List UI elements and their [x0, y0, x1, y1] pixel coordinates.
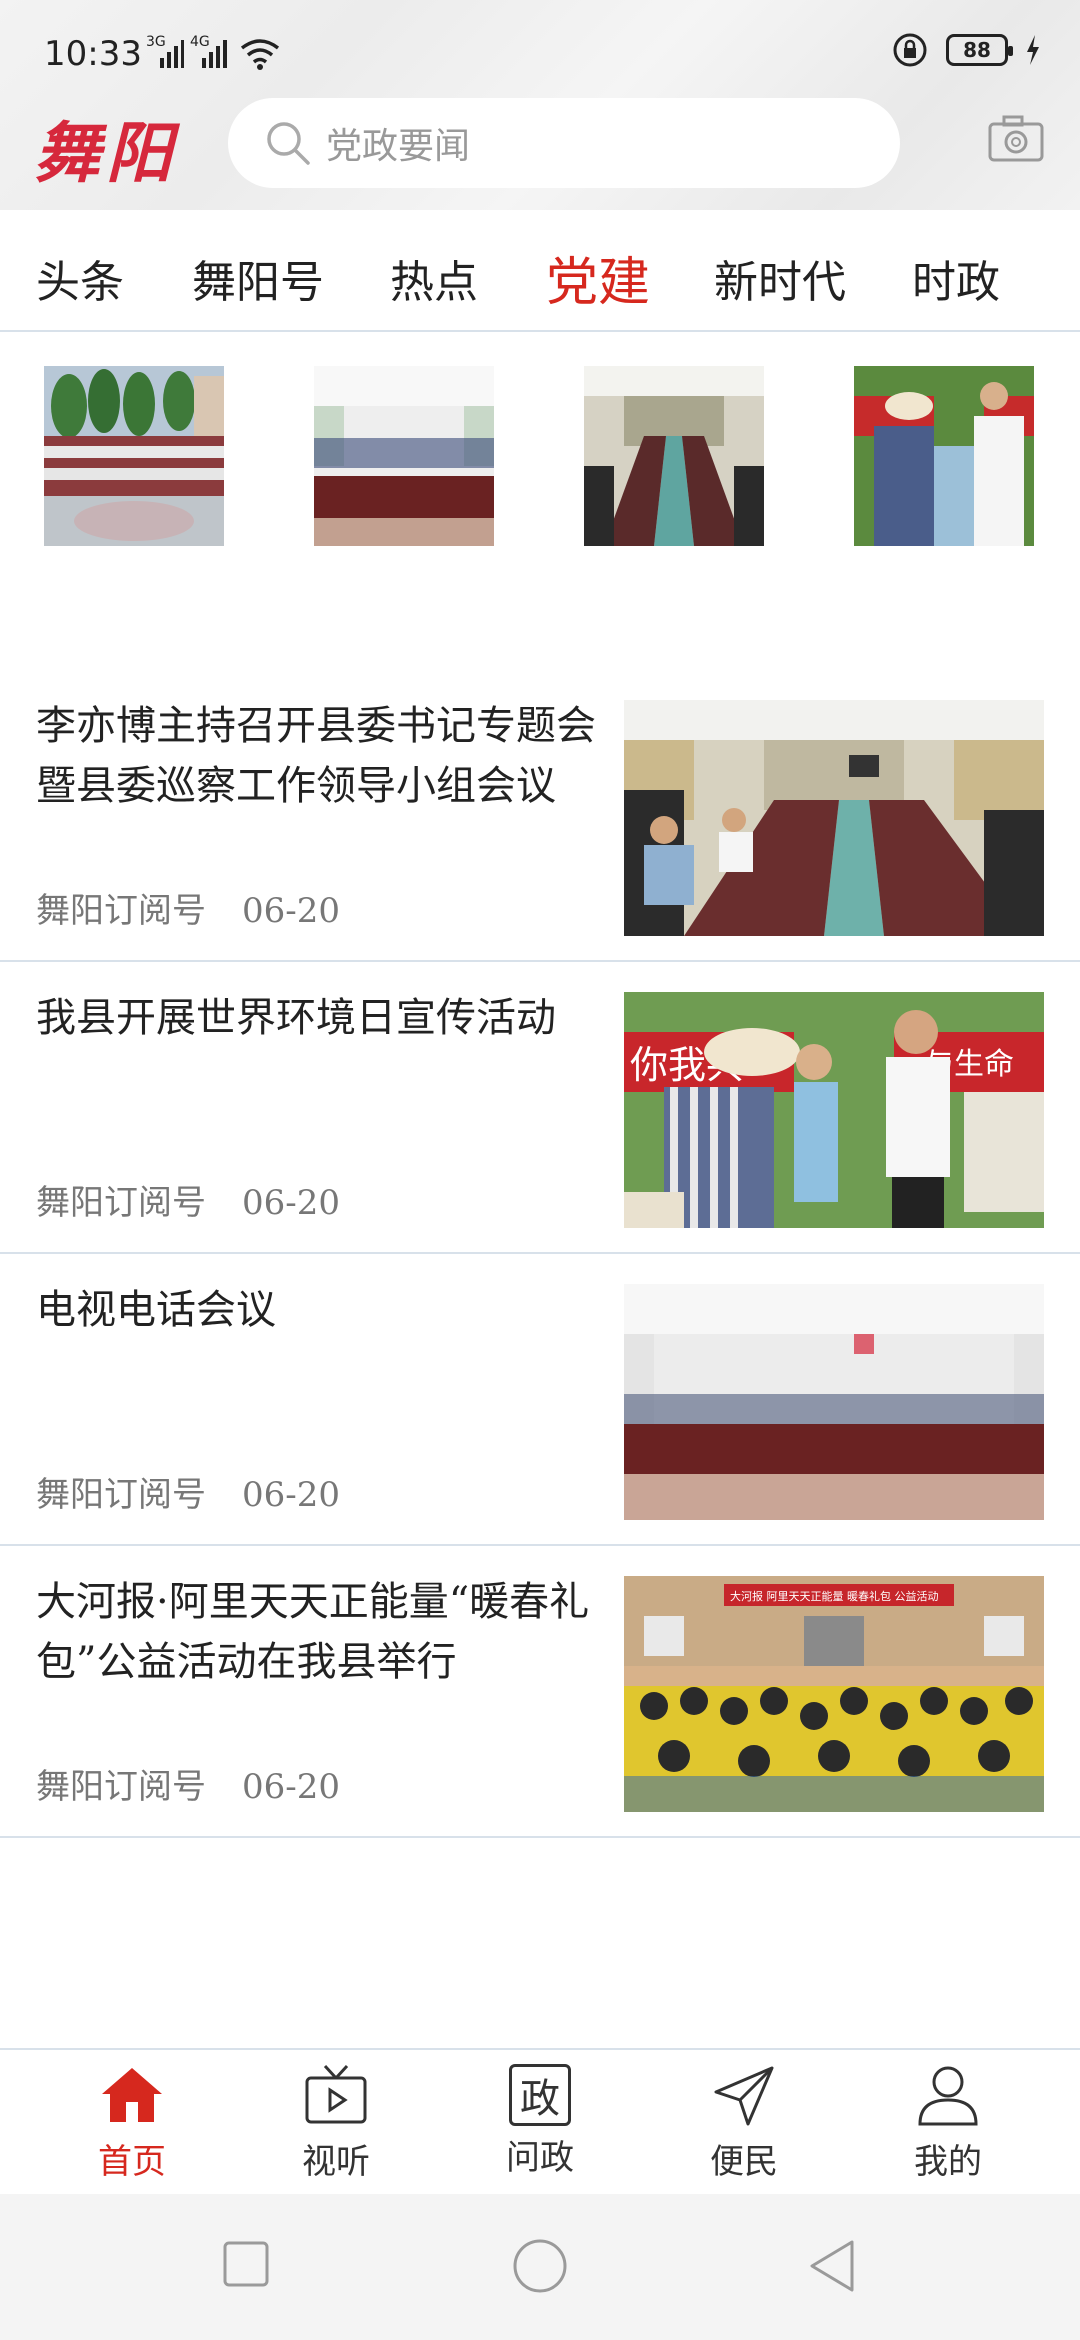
tab-hot[interactable]: 热点: [390, 246, 478, 310]
news-date: 06-20: [242, 891, 341, 931]
nav-profile-label: 我的: [914, 2142, 982, 2182]
school-banner-text: 大河报 阿里天天正能量 暖春礼包 公益活动: [730, 1589, 939, 1603]
nav-home-label: 首页: [98, 2142, 166, 2182]
status-time: 10:33: [44, 34, 142, 74]
tab-politics[interactable]: 时政: [912, 246, 1000, 310]
search-icon: [267, 122, 310, 165]
news-title[interactable]: 大河报·阿里天天正能量“暖春礼包”公益活动在我县举行: [36, 1572, 596, 1692]
nav-service-label: 便民: [710, 2142, 778, 2182]
news-item[interactable]: 大河报·阿里天天正能量“暖春礼包”公益活动在我县举行 舞阳订阅号 06-20 大河…: [0, 1546, 1080, 1838]
news-title[interactable]: 我县开展世界环境日宣传活动: [36, 988, 596, 1048]
camera-icon[interactable]: [988, 114, 1044, 162]
thumbnail-2[interactable]: [314, 366, 494, 546]
nav-politics-qa[interactable]: 政 问政: [480, 2064, 600, 2179]
news-image[interactable]: [624, 700, 1044, 936]
nav-video[interactable]: 视听: [276, 2064, 396, 2183]
news-source: 舞阳订阅号: [36, 1183, 206, 1223]
signal-bars-icon: [160, 40, 184, 68]
charging-icon: [1027, 35, 1039, 65]
thumbnail-1[interactable]: [44, 366, 224, 546]
tab-headlines[interactable]: 头条: [36, 246, 124, 310]
thumbnail-4[interactable]: [854, 366, 1034, 546]
news-source: 舞阳订阅号: [36, 1767, 206, 1807]
news-date: 06-20: [242, 1475, 341, 1515]
bottom-navigation: 首页 视听 政 问政 便民 我的: [0, 2048, 1080, 2194]
home-button-icon[interactable]: [512, 2238, 568, 2294]
tab-new-era[interactable]: 新时代: [714, 246, 846, 310]
system-navigation-bar: [0, 2194, 1080, 2340]
home-icon: [102, 2068, 162, 2122]
news-meta: 舞阳订阅号 06-20: [36, 883, 340, 932]
news-item[interactable]: 李亦博主持召开县委书记专题会暨县委巡察工作领导小组会议 舞阳订阅号 06-20: [0, 670, 1080, 962]
rotation-lock-icon: [893, 33, 927, 67]
news-source: 舞阳订阅号: [36, 1475, 206, 1515]
news-image[interactable]: 你我共 与生命: [624, 992, 1044, 1228]
tv-icon: [305, 2064, 367, 2124]
recent-apps-icon[interactable]: [222, 2240, 270, 2288]
nav-service[interactable]: 便民: [684, 2064, 804, 2183]
news-date: 06-20: [242, 1183, 341, 1223]
thumbnail-strip: [0, 366, 1080, 550]
tab-wuyang-hao[interactable]: 舞阳号: [192, 246, 324, 310]
search-bar[interactable]: 党政要闻: [228, 98, 900, 188]
signal-bars-icon: [202, 40, 227, 68]
status-bar: 10:33 3G 4G 88: [0, 0, 1080, 100]
send-icon: [714, 2066, 774, 2126]
app-logo[interactable]: 舞阳: [34, 100, 178, 196]
nav-home[interactable]: 首页: [72, 2064, 192, 2183]
news-item[interactable]: 我县开展世界环境日宣传活动 舞阳订阅号 06-20 你我共 与生命: [0, 962, 1080, 1254]
news-meta: 舞阳订阅号 06-20: [36, 1759, 340, 1808]
politics-icon: 政: [509, 2064, 571, 2126]
news-meta: 舞阳订阅号 06-20: [36, 1175, 340, 1224]
back-icon[interactable]: [808, 2238, 856, 2294]
wifi-icon: [240, 39, 280, 70]
news-title[interactable]: 电视电话会议: [36, 1280, 596, 1340]
user-icon: [918, 2066, 978, 2126]
tab-party-building[interactable]: 党建: [546, 240, 650, 315]
thumbnail-3[interactable]: [584, 366, 764, 546]
nav-video-label: 视听: [302, 2142, 370, 2182]
news-image[interactable]: 大河报 阿里天天正能量 暖春礼包 公益活动: [624, 1576, 1044, 1812]
battery-indicator: 88: [946, 34, 1013, 66]
news-image[interactable]: [624, 1284, 1044, 1520]
news-date: 06-20: [242, 1767, 341, 1807]
top-bar: 舞阳 党政要闻: [0, 90, 1080, 200]
category-tabs: 头条 舞阳号 热点 党建 新时代 时政: [0, 210, 1080, 332]
nav-politics-label: 问政: [506, 2138, 574, 2178]
search-placeholder: 党政要闻: [326, 126, 471, 167]
nav-profile[interactable]: 我的: [888, 2064, 1008, 2183]
news-source: 舞阳订阅号: [36, 891, 206, 931]
news-meta: 舞阳订阅号 06-20: [36, 1467, 340, 1516]
news-item[interactable]: 电视电话会议 舞阳订阅号 06-20: [0, 1254, 1080, 1546]
news-title[interactable]: 李亦博主持召开县委书记专题会暨县委巡察工作领导小组会议: [36, 696, 596, 816]
